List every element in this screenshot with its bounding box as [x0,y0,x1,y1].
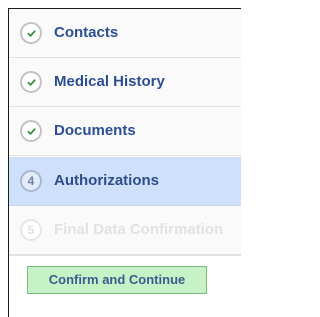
step-label: Documents [54,122,136,139]
step-number-circle: 4 [20,170,42,192]
check-icon [27,128,36,135]
step-number-circle: 5 [20,219,42,241]
step-medical-history[interactable]: Medical History [9,58,241,107]
step-authorizations[interactable]: 4 Authorizations [9,157,241,206]
step-label: Final Data Confirmation [54,221,224,238]
step-status-circle [20,22,42,44]
confirm-and-continue-button[interactable]: Confirm and Continue [27,266,207,294]
step-label: Medical History [54,73,165,90]
step-contacts[interactable]: Contacts [9,9,241,58]
step-label: Contacts [54,24,119,41]
step-list: Contacts Medical History Documents 4 Aut… [9,9,241,256]
step-final-data-confirmation: 5 Final Data Confirmation [9,206,241,255]
check-icon [27,79,36,86]
step-documents[interactable]: Documents [9,107,241,156]
step-status-circle [20,120,42,142]
step-status-circle [20,71,42,93]
step-label: Authorizations [54,172,159,189]
check-icon [27,30,36,37]
